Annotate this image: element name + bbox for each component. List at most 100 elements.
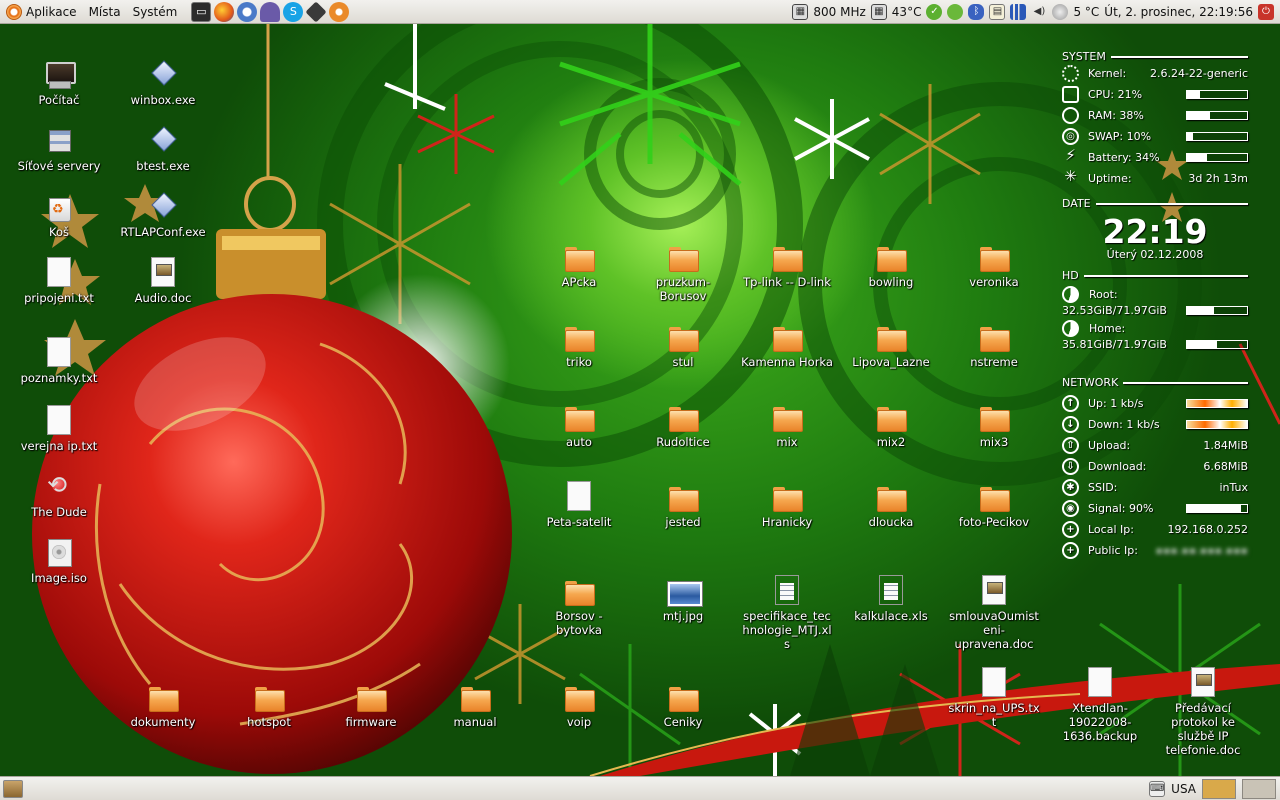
desktop-icon-network-servers[interactable]: Síťové servery [11,124,107,173]
desktop-icon-poznamky[interactable]: poznamky.txt [11,336,107,385]
download-graph [1186,420,1248,429]
desktop-file[interactable]: Peta-satelit [531,480,627,529]
desktop-folder[interactable]: hotspot [221,680,317,729]
desktop-file-spreadsheet[interactable]: kalkulace.xls [843,574,939,623]
desktop-folder[interactable]: Kamenna Horka [739,320,835,369]
desktop-file-document[interactable]: Předávací protokol ke službě IP telefoni… [1155,666,1251,757]
network-manager-icon[interactable] [947,3,964,20]
desktop-folder[interactable]: pruzkum-Borusov [635,240,731,303]
desktop-folder[interactable]: Lipova_Lazne [843,320,939,369]
icon-label: Xtendlan-19022008-1636.backup [1062,701,1138,743]
desktop-file[interactable]: skrin_na_UPS.txt [946,666,1042,729]
clock-applet[interactable]: Út, 2. prosinec, 22:19:56 [1104,5,1253,19]
desktop-folder[interactable]: nstreme [946,320,1042,369]
desktop-icon-winbox[interactable]: winbox.exe [115,58,211,107]
show-desktop-button[interactable] [3,779,23,798]
desktop-folder[interactable]: dokumenty [115,680,211,729]
desktop-folder[interactable]: voip [531,680,627,729]
clipboard-icon[interactable]: ▤ [989,3,1006,20]
desktop-folder[interactable]: Borsov - bytovka [531,574,627,637]
applications-menu[interactable]: Aplikace [0,0,83,24]
cpu-temperature[interactable]: 43°C [892,5,922,19]
icon-label: APcka [561,275,597,289]
volume-icon[interactable]: ◀) [1031,4,1047,20]
media-player-icon[interactable] [329,1,350,22]
keyboard-icon[interactable]: ⌨ [1149,780,1166,797]
desktop-folder[interactable]: mix3 [946,400,1042,449]
desktop-folder[interactable]: auto [531,400,627,449]
desktop-folder[interactable]: jested [635,480,731,529]
desktop-icon-verejna-ip[interactable]: verejna ip.txt [11,404,107,453]
kernel-label: Kernel: [1088,67,1127,80]
section-system-header: SYSTEM [1062,50,1248,63]
desktop-folder[interactable]: Hranicky [739,480,835,529]
desktop-folder[interactable]: manual [427,680,523,729]
top-panel: Aplikace Místa Systém ▭ S ▦ 800 MHz ▦ 43… [0,0,1280,24]
desktop-file-image[interactable]: mtj.jpg [635,574,731,623]
folder-icon [563,680,595,712]
mail-client-icon[interactable] [237,1,258,22]
applications-menu-label: Aplikace [26,4,77,19]
desktop-folder[interactable]: foto-Pecikov [946,480,1042,529]
bottom-panel: ⌨ USA [0,776,1280,800]
text-file-icon [47,337,71,367]
conky-clock: 22:19 [1102,212,1208,251]
root-label: Root: [1089,287,1118,301]
icon-label: hotspot [247,715,291,729]
keyboard-layout[interactable]: USA [1171,782,1196,796]
desktop-icon-computer[interactable]: Počítač [11,58,107,107]
desktop-folder[interactable]: mix2 [843,400,939,449]
desktop-wallpaper: Počítač Síťové servery Koš pripojeni.txt… [0,24,1280,776]
cpu-row: CPU: 21% [1062,84,1248,105]
workspace-2[interactable] [1242,778,1276,799]
desktop-folder[interactable]: APcka [531,240,627,289]
signal-strength-icon[interactable] [1010,3,1027,20]
desktop-folder[interactable]: Tp-link -- D-link [739,240,835,289]
ssid-value: inTux [1219,481,1248,494]
cpu-frequency[interactable]: 800 MHz [813,5,865,19]
desktop-icon-the-dude[interactable]: The Dude [11,470,107,519]
desktop-folder[interactable]: bowling [843,240,939,289]
icon-label: pruzkum-Borusov [655,275,711,303]
icon-label: Počítač [38,93,80,107]
battery-row: ⚡ Battery: 34% [1062,147,1248,168]
desktop-icon-image-iso[interactable]: Image.iso [11,536,107,585]
update-notifier-icon[interactable]: ✓ [926,3,943,20]
power-icon[interactable]: ⏻ [1258,3,1274,20]
folder-icon [771,400,803,432]
terminal-icon[interactable]: ▭ [191,1,212,22]
weather-icon[interactable] [1052,3,1069,20]
desktop-folder[interactable]: firmware [323,680,419,729]
workspace-1[interactable] [1202,778,1236,799]
desktop-folder[interactable]: Ceniky [635,680,731,729]
desktop-file-spreadsheet[interactable]: specifikace_technologie_MTJ.xls [739,574,835,651]
inkscape-icon[interactable] [305,0,327,23]
desktop-folder[interactable]: stul [635,320,731,369]
skype-icon[interactable]: S [283,1,304,22]
folder-icon [667,400,699,432]
desktop-icon-pripojeni[interactable]: pripojeni.txt [11,256,107,305]
folder-icon [771,320,803,352]
executable-icon [147,190,179,222]
firefox-icon[interactable] [214,1,235,22]
bluetooth-icon[interactable]: ᛒ [968,3,985,20]
system-menu[interactable]: Systém [127,0,184,24]
desktop-folder[interactable]: mix [739,400,835,449]
upload-graph [1186,399,1248,408]
pidgin-icon[interactable] [260,1,281,22]
desktop-icon-rtlapconf[interactable]: RTLAPConf.exe [115,190,211,239]
desktop-icon-trash[interactable]: Koš [11,190,107,239]
folder-icon [978,240,1010,272]
desktop-folder[interactable]: Rudoltice [635,400,731,449]
desktop-icon-audio-doc[interactable]: Audio.doc [115,256,211,305]
desktop-file[interactable]: Xtendlan-19022008-1636.backup [1052,666,1148,743]
desktop-icon-btest[interactable]: btest.exe [115,124,211,173]
ram-bar-fill [1187,112,1210,119]
desktop-file-document[interactable]: smlouvaOumisteni-upravena.doc [946,574,1042,651]
localip-value: 192.168.0.252 [1167,523,1248,536]
desktop-folder[interactable]: triko [531,320,627,369]
desktop-folder[interactable]: dloucka [843,480,939,529]
places-menu[interactable]: Místa [83,0,127,24]
weather-temperature[interactable]: 5 °C [1073,5,1099,19]
desktop-folder[interactable]: veronika [946,240,1042,289]
